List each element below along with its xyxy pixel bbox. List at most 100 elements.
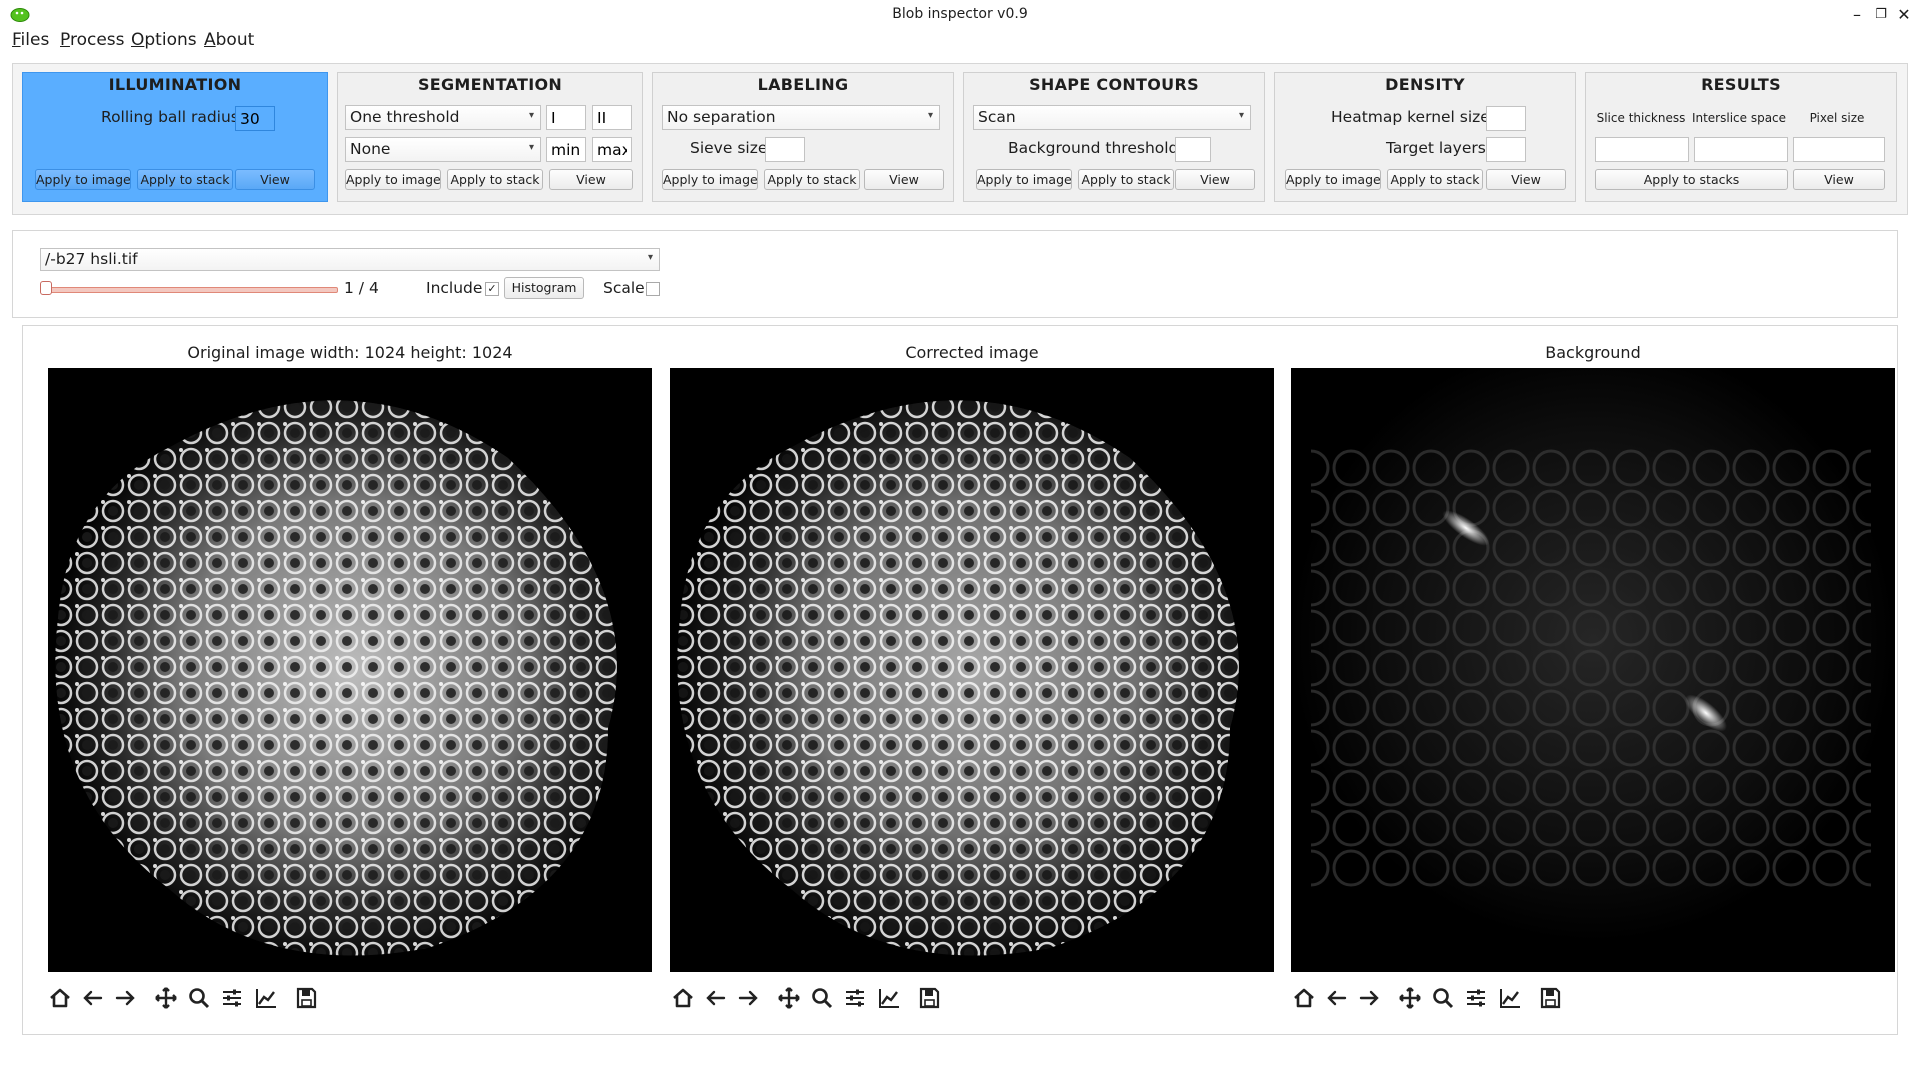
edit-axis-icon[interactable] bbox=[253, 985, 279, 1011]
segmentation-secondary-value: None bbox=[350, 140, 391, 158]
chevron-down-icon: ▾ bbox=[528, 110, 534, 121]
forward-arrow-icon[interactable] bbox=[1356, 985, 1382, 1011]
labeling-title: LABELING bbox=[757, 75, 849, 94]
file-select[interactable]: /-b27 hsli.tif ▾ bbox=[40, 248, 660, 271]
scale-checkbox[interactable] bbox=[646, 282, 660, 296]
labeling-method-value: No separation bbox=[667, 108, 776, 126]
rolling-ball-label: Rolling ball radius bbox=[101, 108, 239, 126]
slice-slider-track[interactable] bbox=[42, 287, 338, 293]
zoom-icon[interactable] bbox=[1430, 985, 1456, 1011]
slice-slider-handle[interactable] bbox=[40, 281, 52, 295]
configure-subplots-icon[interactable] bbox=[842, 985, 868, 1011]
shape-contours-method-select[interactable]: Scan ▾ bbox=[973, 105, 1251, 130]
sieve-size-input[interactable] bbox=[765, 137, 805, 162]
chevron-down-icon: ▾ bbox=[1238, 110, 1244, 121]
chevron-down-icon: ▾ bbox=[528, 142, 534, 153]
pan-icon[interactable] bbox=[776, 985, 802, 1011]
shape-contours-view-button[interactable]: View bbox=[1175, 169, 1255, 190]
interslice-space-input[interactable] bbox=[1694, 137, 1788, 162]
corrected-image[interactable] bbox=[670, 368, 1274, 972]
background-threshold-input[interactable] bbox=[1175, 137, 1211, 162]
segmentation-apply-image-button[interactable]: Apply to image bbox=[345, 169, 441, 190]
original-image[interactable] bbox=[48, 368, 652, 972]
segmentation-apply-stack-button[interactable]: Apply to stack bbox=[447, 169, 543, 190]
window-title: Blob inspector v0.9 bbox=[892, 6, 1028, 22]
chevron-down-icon: ▾ bbox=[927, 110, 933, 121]
segmentation-view-button[interactable]: View bbox=[549, 169, 633, 190]
menu-options[interactable]: Options bbox=[131, 30, 197, 50]
segmentation-method-select[interactable]: One threshold ▾ bbox=[345, 105, 541, 130]
menu-files[interactable]: Files bbox=[12, 30, 49, 50]
home-icon[interactable] bbox=[670, 985, 696, 1011]
slice-thickness-label: Slice thickness bbox=[1596, 111, 1686, 125]
target-layers-label: Target layers bbox=[1386, 139, 1486, 157]
labeling-group: LABELING No separation ▾ Sieve size Appl… bbox=[652, 72, 954, 202]
segmentation-min-input[interactable] bbox=[546, 137, 586, 162]
forward-arrow-icon[interactable] bbox=[112, 985, 138, 1011]
file-select-value: /-b27 hsli.tif bbox=[45, 250, 138, 268]
shape-contours-apply-image-button[interactable]: Apply to image bbox=[976, 169, 1072, 190]
labeling-view-button[interactable]: View bbox=[864, 169, 944, 190]
illumination-view-button[interactable]: View bbox=[235, 169, 315, 190]
background-image[interactable] bbox=[1291, 368, 1895, 972]
save-icon[interactable] bbox=[916, 985, 942, 1011]
shape-contours-apply-stack-button[interactable]: Apply to stack bbox=[1078, 169, 1174, 190]
original-image-title: Original image width: 1024 height: 1024 bbox=[187, 343, 513, 362]
segmentation-threshold-i-input[interactable] bbox=[546, 105, 586, 130]
results-apply-stacks-button[interactable]: Apply to stacks bbox=[1595, 169, 1788, 190]
home-icon[interactable] bbox=[1291, 985, 1317, 1011]
illumination-group: ILLUMINATION Rolling ball radius Apply t… bbox=[22, 72, 328, 202]
slice-counter: 1 / 4 bbox=[344, 279, 379, 297]
segmentation-max-input[interactable] bbox=[592, 137, 632, 162]
back-arrow-icon[interactable] bbox=[1324, 985, 1350, 1011]
include-label: Include bbox=[426, 279, 483, 297]
histogram-button[interactable]: Histogram bbox=[504, 277, 584, 299]
segmentation-secondary-select[interactable]: None ▾ bbox=[345, 137, 541, 162]
heatmap-kernel-size-input[interactable] bbox=[1486, 106, 1526, 131]
menu-process[interactable]: Process bbox=[60, 30, 125, 50]
close-icon[interactable]: ✕ bbox=[1893, 5, 1915, 25]
configure-subplots-icon[interactable] bbox=[1463, 985, 1489, 1011]
segmentation-threshold-ii-input[interactable] bbox=[592, 105, 632, 130]
pan-icon[interactable] bbox=[153, 985, 179, 1011]
save-icon[interactable] bbox=[1537, 985, 1563, 1011]
density-view-button[interactable]: View bbox=[1486, 169, 1566, 190]
labeling-apply-image-button[interactable]: Apply to image bbox=[662, 169, 758, 190]
results-view-button[interactable]: View bbox=[1793, 169, 1885, 190]
checkmark-icon: ✓ bbox=[487, 282, 497, 295]
segmentation-method-value: One threshold bbox=[350, 108, 460, 126]
slice-thickness-input[interactable] bbox=[1595, 137, 1689, 162]
restore-icon[interactable]: ❐ bbox=[1870, 5, 1892, 25]
minimize-icon[interactable]: – bbox=[1846, 5, 1868, 25]
chevron-down-icon: ▾ bbox=[647, 252, 653, 263]
labeling-method-select[interactable]: No separation ▾ bbox=[662, 105, 940, 130]
zoom-icon[interactable] bbox=[186, 985, 212, 1011]
edit-axis-icon[interactable] bbox=[1497, 985, 1523, 1011]
back-arrow-icon[interactable] bbox=[80, 985, 106, 1011]
density-apply-image-button[interactable]: Apply to image bbox=[1285, 169, 1381, 190]
forward-arrow-icon[interactable] bbox=[735, 985, 761, 1011]
illumination-title: ILLUMINATION bbox=[108, 75, 242, 94]
menu-about[interactable]: About bbox=[204, 30, 254, 50]
results-title: RESULTS bbox=[1701, 75, 1781, 94]
density-title: DENSITY bbox=[1385, 75, 1465, 94]
rolling-ball-input[interactable] bbox=[235, 106, 275, 131]
include-checkbox[interactable]: ✓ bbox=[485, 282, 499, 296]
illumination-apply-image-button[interactable]: Apply to image bbox=[35, 169, 131, 190]
back-arrow-icon[interactable] bbox=[703, 985, 729, 1011]
interslice-space-label: Interslice space bbox=[1691, 111, 1787, 125]
configure-subplots-icon[interactable] bbox=[219, 985, 245, 1011]
sieve-size-label: Sieve size bbox=[690, 139, 768, 157]
target-layers-input[interactable] bbox=[1486, 137, 1526, 162]
labeling-apply-stack-button[interactable]: Apply to stack bbox=[764, 169, 860, 190]
illumination-apply-stack-button[interactable]: Apply to stack bbox=[137, 169, 233, 190]
zoom-icon[interactable] bbox=[809, 985, 835, 1011]
results-group: RESULTS Slice thickness Interslice space… bbox=[1585, 72, 1897, 202]
pan-icon[interactable] bbox=[1397, 985, 1423, 1011]
edit-axis-icon[interactable] bbox=[876, 985, 902, 1011]
pixel-size-input[interactable] bbox=[1793, 137, 1885, 162]
menu-bar bbox=[0, 28, 1920, 54]
save-icon[interactable] bbox=[293, 985, 319, 1011]
home-icon[interactable] bbox=[47, 985, 73, 1011]
density-apply-stack-button[interactable]: Apply to stack bbox=[1387, 169, 1483, 190]
